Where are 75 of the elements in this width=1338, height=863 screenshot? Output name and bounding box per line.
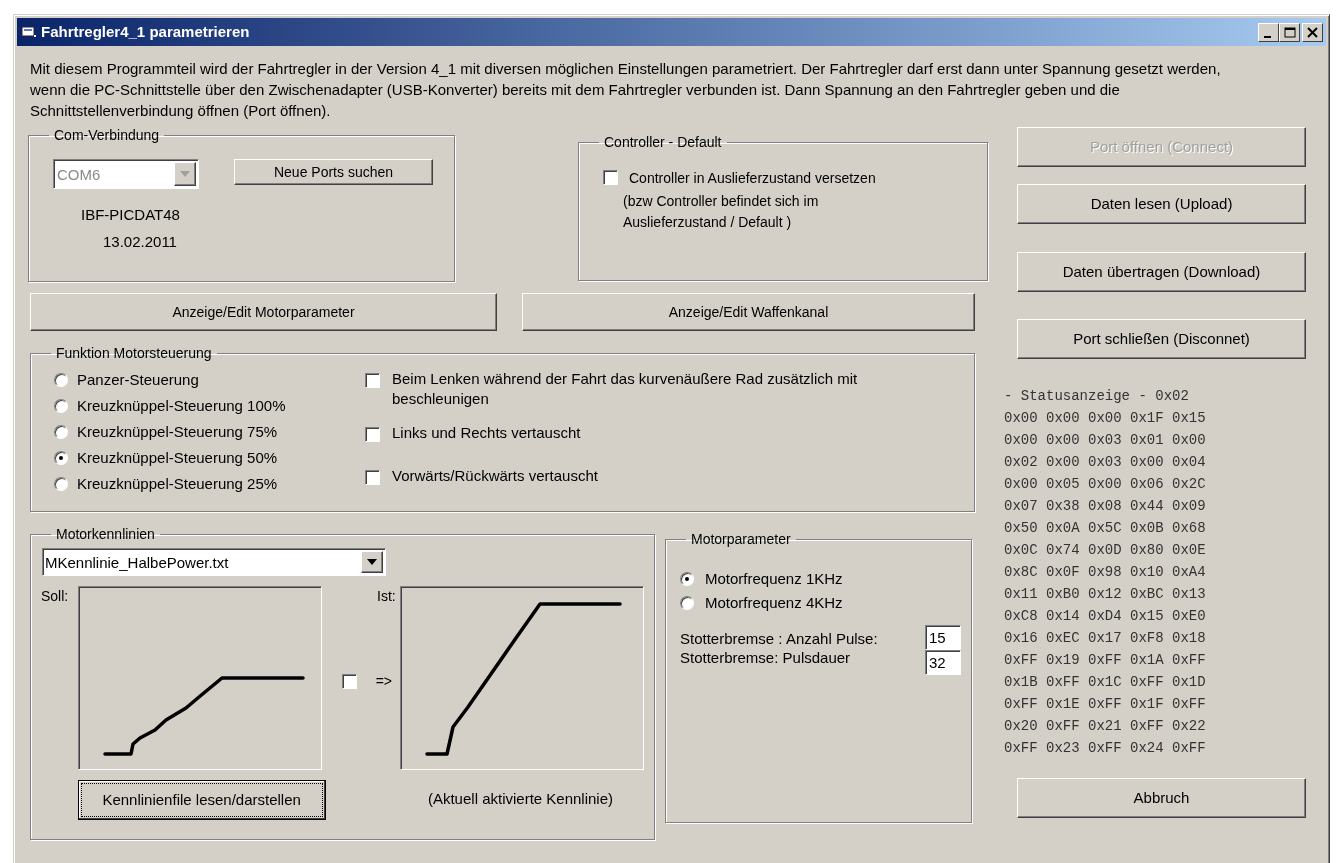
status-row-text: 0xFF 0x1E 0xFF 0x1F 0xFF [1004, 695, 1207, 714]
status-title: - Statusanzeige - 0x02 [1004, 387, 1190, 406]
minimize-icon [1264, 35, 1271, 38]
maximize-icon [1284, 27, 1296, 37]
status-row-text: 0x11 0xB0 0x12 0xBC 0x13 [1004, 585, 1207, 604]
date-label: 13.02.2011 [103, 231, 178, 252]
status-row-text: 0x07 0x38 0x08 0x44 0x09 [1004, 497, 1207, 516]
action-button[interactable]: Daten übertragen (Download) [1017, 252, 1306, 292]
intro-text: Mit diesem Programmteil wird der Fahrtregler in der Version 4_1 mit diversen möglichen Einstellungen parametriert. Der Fahrtregler darf erst dann unter Spannung gesetzt werden, wenn die PC-Schnittstelle über den Zwischenadapter (USB-Konverter) bereits mit dem Fahrtregler verbunden ist. Dann Spannung an den Fahrtregler geben und die Schnittstellenverbindung öffnen (Port öffnen). [30, 59, 1222, 121]
checkbox[interactable] [365, 470, 380, 485]
radio-label: Panzer-Steuerung [77, 369, 199, 390]
radio-button[interactable] [680, 596, 694, 610]
status-row-text: 0x02 0x00 0x03 0x00 0x04 [1004, 453, 1207, 472]
checkbox[interactable] [365, 427, 380, 442]
app-icon [21, 25, 37, 39]
action-button[interactable]: Daten lesen (Upload) [1017, 184, 1306, 224]
status-row-text: 0x00 0x05 0x00 0x06 0x2C [1004, 475, 1207, 494]
read-file-button[interactable]: Kennlinienfile lesen/darstellen [77, 780, 326, 820]
radio-button[interactable] [54, 451, 68, 465]
checkbox[interactable] [341, 674, 357, 689]
status-row-text: 0x8C 0x0F 0x98 0x10 0xA4 [1004, 563, 1207, 582]
group-title: Controller - Default [603, 134, 723, 150]
number-field[interactable]: 15 [925, 625, 961, 650]
group-title: Motorkennlinien [55, 526, 156, 542]
status-row-text: 0x0C 0x74 0x0D 0x80 0x0E [1004, 541, 1207, 560]
status-row-text: 0x00 0x00 0x00 0x1F 0x15 [1004, 409, 1207, 428]
window-title: Fahrtregler4_1 parametrieren [41, 21, 250, 42]
radio-label: Motorfrequenz 1KHz [705, 568, 843, 589]
group-title: Funktion Motorsteuerung [55, 345, 213, 361]
status-row-text: 0xFF 0x23 0xFF 0x24 0xFF [1004, 739, 1207, 758]
plot-label: Soll: [41, 587, 70, 606]
radio-button[interactable] [680, 572, 694, 586]
group-title: Motorparameter [690, 531, 792, 547]
radio-button[interactable] [54, 399, 68, 413]
radio-label: Motorfrequenz 4KHz [705, 592, 843, 613]
radio-label: Kreuzknüppel-Steuerung 100% [77, 395, 286, 416]
checkbox-label: Vorwärts/Rückwärts vertauscht [392, 466, 599, 486]
caption-text: (Aktuell aktivierte Kennlinie) [427, 789, 614, 809]
checkbox-label: Beim Lenken während der Fahrt das kurvenäußere Rad zusätzlich mit beschleunigen [392, 369, 859, 409]
group-title: Com-Verbindung [53, 127, 161, 143]
file-dropdown[interactable]: MKennlinie_HalbePower.txt [42, 548, 386, 576]
checkbox-label: Controller in Auslieferzustand versetzen [629, 169, 877, 188]
action-button[interactable]: Port schließen (Disconnet) [1017, 319, 1306, 359]
field-label: Stotterbremse : Anzahl Pulse: [680, 629, 879, 649]
file-name: MKennlinie_HalbePower.txt [44, 553, 230, 573]
status-row-text: 0x00 0x00 0x03 0x01 0x00 [1004, 431, 1207, 450]
radio-label: Kreuzknüppel-Steuerung 75% [77, 421, 278, 442]
radio-button[interactable] [54, 373, 68, 387]
field-label: Stotterbremse: Pulsdauer [680, 648, 852, 668]
status-row-text: 0x20 0xFF 0x21 0xFF 0x22 [1004, 717, 1207, 736]
status-row-text: 0x1B 0xFF 0x1C 0xFF 0x1D [1004, 673, 1207, 692]
edit-button[interactable]: Anzeige/Edit Motorparameter [30, 293, 497, 331]
maximize-button[interactable] [1279, 22, 1300, 42]
radio-button[interactable] [54, 425, 68, 439]
checkbox[interactable] [603, 170, 618, 185]
arrow-label: => [375, 672, 392, 691]
checkbox-label: Links und Rechts vertauscht [392, 423, 582, 443]
radio-button[interactable] [54, 477, 68, 491]
minimize-button[interactable] [1258, 22, 1279, 42]
plot-label: Ist: [377, 587, 397, 606]
search-ports-button[interactable]: Neue Ports suchen [234, 159, 433, 185]
checkbox[interactable] [365, 373, 380, 388]
close-button[interactable] [1302, 22, 1323, 42]
status-row-text: 0x16 0xEC 0x17 0xF8 0x18 [1004, 629, 1207, 648]
device-label: IBF-PICDAT48 [81, 205, 181, 225]
radio-label: Kreuzknüppel-Steuerung 50% [77, 447, 278, 468]
number-field[interactable]: 32 [925, 650, 961, 675]
status-row-text: 0x50 0x0A 0x5C 0x0B 0x68 [1004, 519, 1207, 538]
radio-label: Kreuzknüppel-Steuerung 25% [77, 473, 278, 494]
edit-button[interactable]: Anzeige/Edit Waffenkanal [522, 293, 975, 331]
cancel-button[interactable]: Abbruch [1017, 778, 1306, 818]
status-row-text: 0xC8 0x14 0xD4 0x15 0xE0 [1004, 607, 1207, 626]
close-icon [1307, 26, 1318, 38]
status-row-text: 0xFF 0x19 0xFF 0x1A 0xFF [1004, 651, 1207, 670]
note-text: (bzw Controller befindet sich im Auslieferzustand / Default ) [623, 192, 820, 232]
